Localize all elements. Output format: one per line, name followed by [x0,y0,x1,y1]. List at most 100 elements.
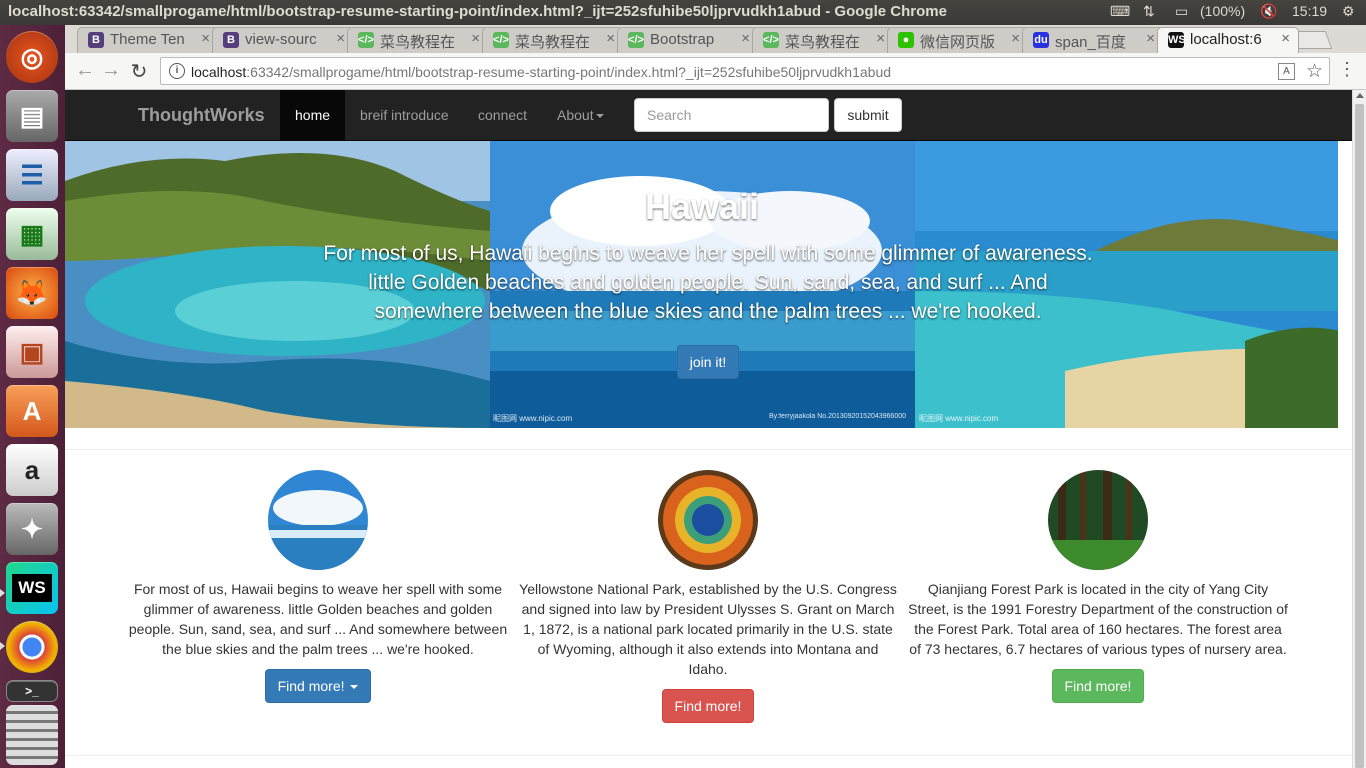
power-icon[interactable]: ⚙ [1342,3,1355,20]
url-rest: :63342/smallprogame/html/bootstrap-resum… [246,64,892,80]
tab-close-icon[interactable]: × [1011,30,1020,47]
site-brand[interactable]: ThoughtWorks [138,105,265,126]
tab-favicon-icon: du [1033,32,1049,48]
nav-about-label: About [557,107,594,123]
tab-favicon-icon: WS [1168,32,1186,48]
window-title: localhost:63342/smallprogame/html/bootst… [8,3,947,20]
chrome-icon[interactable] [6,621,58,673]
find-more-button[interactable]: Find more! [661,689,755,723]
divider [65,449,1352,450]
nav-home[interactable]: home [280,90,346,141]
browser-toolbar: ← → ↻ i localhost:63342/smallprogame/htm… [65,53,1366,90]
tab-label: Bootstrap [650,31,715,48]
system-settings-icon[interactable]: ✦ [6,503,58,555]
feature-card-hawaii: For most of us, Hawaii begins to weave h… [128,470,508,703]
tab-close-icon[interactable]: × [1146,30,1155,47]
tab-label: Theme Ten [110,31,185,48]
clock[interactable]: 15:19 [1292,3,1327,19]
browser-tab[interactable]: </> 菜鸟教程在 × [752,27,894,53]
browser-tab[interactable]: </> 菜鸟教程在 × [482,27,624,53]
workspaces-icon[interactable] [6,705,58,765]
firefox-icon[interactable]: 🦊 [6,267,58,319]
back-button[interactable]: ← [73,59,97,82]
webstorm-glyph: WS [12,574,52,602]
bookmark-star-icon[interactable]: ☆ [1306,60,1323,83]
battery-icon[interactable]: ▭ [1175,3,1188,20]
watermark-mid: By:ferryjaakola No.20130920152043966000 [769,413,906,420]
volume-icon[interactable]: 🔇 [1260,3,1277,20]
tab-label: span_百度 [1055,34,1126,51]
nav-connect[interactable]: connect [463,90,542,141]
tab-favicon-icon: B [88,32,104,48]
page-scrollbar[interactable] [1352,90,1366,768]
site-navbar: ThoughtWorks home breif introduce connec… [65,90,1352,141]
browser-tab[interactable]: ● 微信网页版 × [887,27,1029,53]
impress-icon[interactable]: ▣ [6,326,58,378]
watermark-right: 昵图网 www.nipic.com [919,414,999,423]
amazon-icon[interactable]: a [6,444,58,496]
feature-text-forest: Qianjiang Forest Park is located in the … [908,581,1288,657]
find-more-dropdown-button[interactable]: Find more! [264,669,372,703]
chevron-down-icon [595,114,604,119]
scrollbar-thumb[interactable] [1355,104,1364,768]
network-icon[interactable]: ⇅ [1143,3,1155,20]
tab-close-icon[interactable]: × [471,30,480,47]
tab-close-icon[interactable]: × [336,30,345,47]
browser-tab[interactable]: </> 菜鸟教程在 × [347,27,489,53]
browser-tab[interactable]: Bview-sourc × [212,27,354,53]
webstorm-icon[interactable]: WS [6,562,58,614]
browser-tab[interactable]: du span_百度 × [1022,27,1164,53]
hero-caption: Hawaii For most of us, Hawaii begins to … [65,141,1338,428]
keyboard-icon[interactable]: ⌨ [1110,3,1130,20]
tab-close-icon[interactable]: × [1281,30,1290,47]
find-more-button[interactable]: Find more! [1051,669,1145,703]
os-top-panel: localhost:63342/smallprogame/html/bootst… [0,0,1366,25]
writer-icon[interactable]: ☰ [6,149,58,201]
join-button[interactable]: join it! [677,345,739,379]
tab-label: 菜鸟教程在 [515,34,591,51]
site-info-icon[interactable]: i [169,63,185,79]
software-center-icon[interactable]: A [6,385,58,437]
hero-lead: For most of us, Hawaii begins to weave h… [323,242,1093,323]
hero-title: Hawaii [618,186,760,227]
tab-close-icon[interactable]: × [741,30,750,47]
web-page: ThoughtWorks home breif introduce connec… [65,90,1352,768]
tab-label: 菜鸟教程在 [785,34,861,51]
chrome-menu-icon[interactable]: ⋮ [1338,59,1356,80]
files-icon[interactable]: ▤ [6,90,58,142]
tab-label: 微信网页版 [920,34,996,51]
browser-tab[interactable]: B Theme Ten × [77,27,219,53]
scroll-up-arrow-icon[interactable] [1356,93,1364,98]
submit-button[interactable]: submit [834,98,902,132]
tab-favicon-icon: </> [628,32,644,48]
tab-favicon-icon: B [223,32,239,48]
find-more-label: Find more! [277,678,345,694]
tab-close-icon[interactable]: × [606,30,615,47]
nav-intro[interactable]: breif introduce [345,90,464,141]
calc-icon[interactable]: ▦ [6,208,58,260]
feature-card-forest: Qianjiang Forest Park is located in the … [908,470,1288,703]
tab-strip: B Theme Ten × Bview-sourc × </> 菜鸟教程在 × </> 菜鸟教程在… [65,25,1366,53]
search-input[interactable] [634,98,829,132]
feature-text-yellowstone: Yellowstone National Park, established b… [519,581,897,677]
tab-favicon-icon: </> [493,32,509,48]
chevron-down-icon [350,685,359,690]
forward-button[interactable]: → [99,59,123,82]
feature-card-yellowstone: Yellowstone National Park, established b… [518,470,898,723]
address-bar[interactable]: i localhost:63342/smallprogame/html/boot… [160,57,1330,85]
ubuntu-dash-icon[interactable]: ◎ [6,31,58,83]
browser-tab[interactable]: </> Bootstrap × [617,27,759,53]
browser-tab[interactable]: WS localhost:6 × [1157,27,1299,53]
translate-icon[interactable]: A [1278,63,1295,80]
tab-favicon-icon: ● [898,32,914,48]
reload-button[interactable]: ↻ [127,59,151,84]
feature-image-yellowstone [658,470,758,570]
tab-label: view-sourc [245,31,317,48]
nav-about[interactable]: About [542,90,619,141]
url-text: localhost:63342/smallprogame/html/bootst… [191,64,891,80]
watermark-left: 昵图网 www.nipic.com [493,414,573,423]
tab-favicon-icon: </> [358,32,374,48]
tab-close-icon[interactable]: × [876,30,885,47]
terminal-icon[interactable]: >_ [6,680,58,702]
tab-close-icon[interactable]: × [201,30,210,47]
